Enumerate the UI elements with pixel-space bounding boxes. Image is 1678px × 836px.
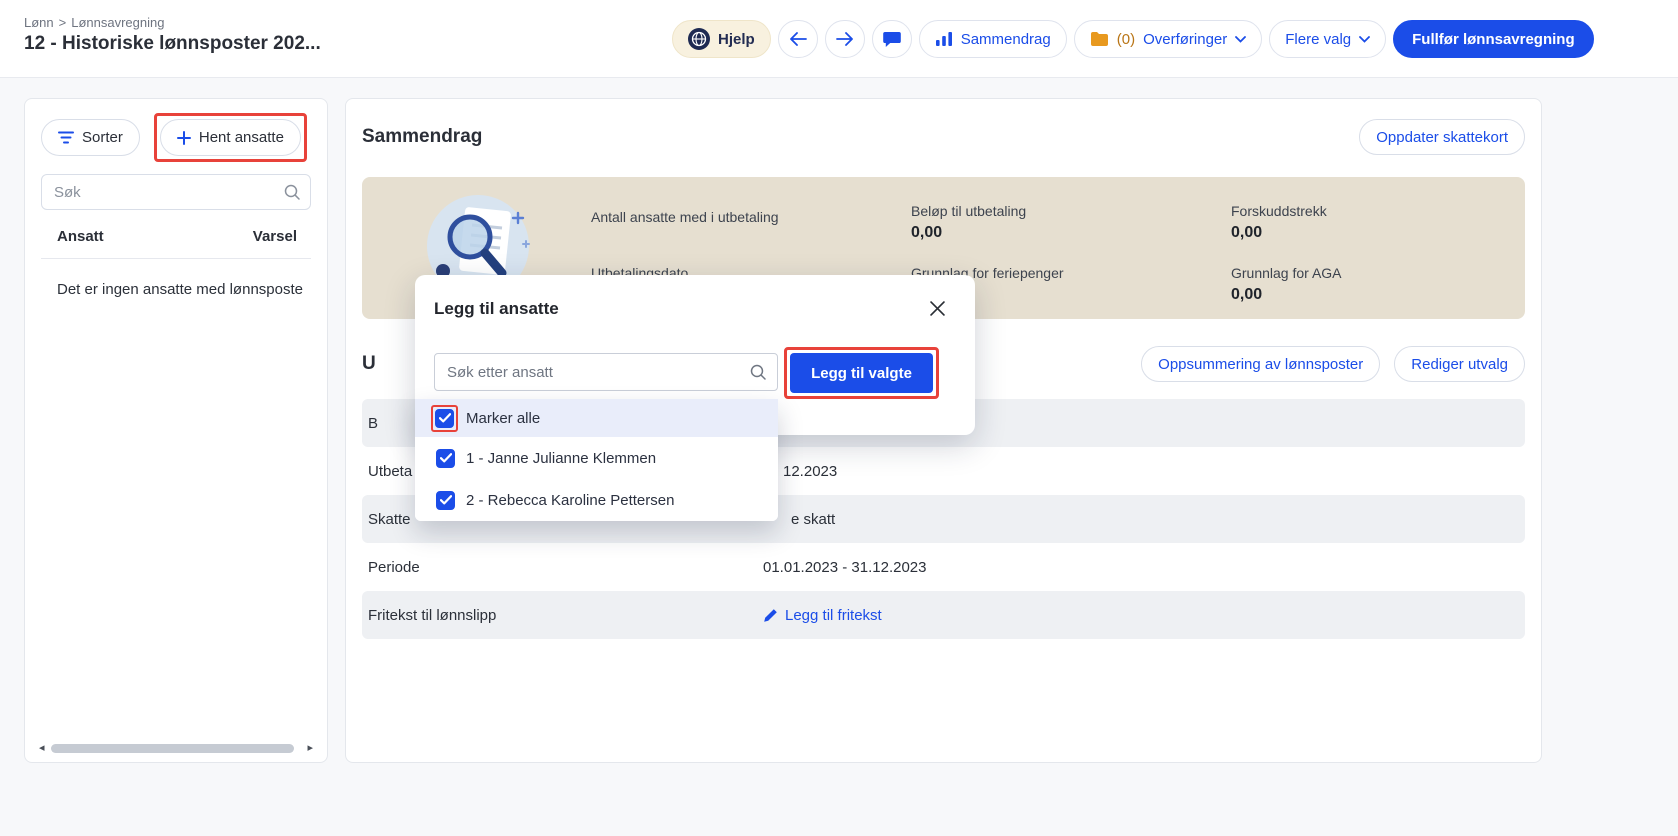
- sort-button[interactable]: Sorter: [41, 119, 140, 156]
- chevron-down-icon: [1235, 36, 1246, 43]
- complete-payroll-label: Fullfør lønnsavregning: [1412, 31, 1575, 48]
- employee-checkbox[interactable]: [436, 491, 455, 510]
- scrollbar-track[interactable]: [51, 744, 302, 753]
- summary-title: Sammendrag: [362, 126, 482, 148]
- transfers-label: Overføringer: [1143, 31, 1227, 48]
- arrow-right-icon: [836, 32, 854, 46]
- forward-button[interactable]: [825, 20, 865, 58]
- summary-label: Sammendrag: [961, 31, 1051, 48]
- modal-title: Legg til ansatte: [434, 299, 559, 319]
- arrow-left-icon: [789, 32, 807, 46]
- stat-payout-amount: Beløp til utbetaling 0,00: [911, 203, 1026, 242]
- transfers-button[interactable]: (0) Overføringer: [1074, 20, 1263, 58]
- stat-employee-count: Antall ansatte med i utbetaling: [591, 209, 779, 230]
- employee-dropdown-list: Marker alle 1 - Janne Julianne Klemmen 2…: [415, 399, 778, 521]
- scroll-right-icon[interactable]: ▸: [307, 743, 313, 754]
- sort-label: Sorter: [82, 129, 123, 146]
- transfers-count: (0): [1117, 31, 1135, 48]
- annotation-hent-ansatte: Hent ansatte: [154, 113, 307, 162]
- stat-label: Antall ansatte med i utbetaling: [591, 209, 779, 225]
- stat-label: Grunnlag for AGA: [1231, 265, 1342, 281]
- search-icon: [283, 183, 301, 201]
- stat-label: Beløp til utbetaling: [911, 203, 1026, 219]
- globe-icon: [688, 28, 710, 50]
- breadcrumb-separator: >: [59, 15, 67, 30]
- empty-employees-message: Det er ingen ansatte med lønnsposte: [41, 281, 311, 298]
- search-icon: [749, 363, 767, 381]
- column-alert: Varsel: [253, 228, 297, 245]
- folder-icon: [1090, 31, 1109, 47]
- comments-button[interactable]: [872, 20, 912, 58]
- employee-checkbox[interactable]: [436, 449, 455, 468]
- chevron-down-icon: [1359, 36, 1370, 43]
- stat-value: 0,00: [911, 224, 1026, 242]
- edit-selection-button[interactable]: Rediger utvalg: [1394, 346, 1525, 382]
- option-employee[interactable]: 2 - Rebecca Karoline Pettersen: [415, 479, 778, 521]
- detail-row: Fritekst til lønnslipp Legg til fritekst: [362, 591, 1525, 639]
- scroll-left-icon[interactable]: ◂: [39, 743, 45, 754]
- employee-sidebar: Sorter Hent ansatte Ansatt Varsel Det er: [24, 98, 328, 763]
- bar-chart-icon: [935, 31, 953, 47]
- modal-employee-search-input[interactable]: [434, 353, 778, 391]
- annotation-legg-til-valgte: Legg til valgte: [784, 347, 939, 399]
- option-label: 2 - Rebecca Karoline Pettersen: [466, 492, 674, 509]
- more-options-button[interactable]: Flere valg: [1269, 20, 1386, 58]
- payroll-page: Lønn > Lønnsavregning 12 - Historiske lø…: [0, 0, 1678, 836]
- fetch-employees-button[interactable]: Hent ansatte: [160, 119, 301, 156]
- add-free-text-label: Legg til fritekst: [785, 607, 882, 624]
- scrollbar-thumb[interactable]: [51, 744, 294, 753]
- add-selected-button[interactable]: Legg til valgte: [790, 353, 933, 393]
- plus-icon: [177, 131, 191, 145]
- stat-aga-basis: Grunnlag for AGA 0,00: [1231, 265, 1342, 304]
- more-options-label: Flere valg: [1285, 31, 1351, 48]
- column-employee: Ansatt: [57, 228, 104, 245]
- option-employee[interactable]: 1 - Janne Julianne Klemmen: [415, 437, 778, 479]
- details-section-title: U: [362, 353, 376, 375]
- horizontal-scrollbar[interactable]: ◂ ▸: [39, 743, 313, 754]
- breadcrumb-lonn[interactable]: Lønn: [24, 15, 54, 30]
- option-label: 1 - Janne Julianne Klemmen: [466, 450, 656, 467]
- option-label: Marker alle: [466, 410, 540, 427]
- select-all-checkbox[interactable]: [435, 409, 454, 428]
- summary-button[interactable]: Sammendrag: [919, 20, 1067, 58]
- page-title: 12 - Historiske lønnsposter 202...: [24, 33, 321, 55]
- annotation-select-all-checkbox: [431, 405, 458, 432]
- detail-row-label: Periode: [368, 559, 763, 576]
- pencil-icon: [763, 608, 778, 623]
- employee-table-header: Ansatt Varsel: [41, 228, 311, 259]
- payroll-posts-summary-button[interactable]: Oppsummering av lønnsposter: [1141, 346, 1380, 382]
- stat-withholding-tax: Forskuddstrekk 0,00: [1231, 203, 1327, 242]
- topbar-actions: Hjelp Sammendrag: [672, 20, 1594, 58]
- stat-value: 0,00: [1231, 224, 1327, 242]
- back-button[interactable]: [778, 20, 818, 58]
- close-icon[interactable]: [930, 301, 945, 316]
- employee-search-input[interactable]: [41, 174, 311, 210]
- stat-label: Forskuddstrekk: [1231, 203, 1327, 219]
- filter-icon: [58, 131, 74, 144]
- chat-bubble-icon: [882, 30, 902, 49]
- detail-row-value: 01.01.2023 - 31.12.2023: [763, 559, 926, 576]
- help-label: Hjelp: [718, 31, 755, 48]
- update-taxcard-button[interactable]: Oppdater skattekort: [1359, 119, 1525, 155]
- stat-value: 0,00: [1231, 286, 1342, 304]
- detail-row-label: Fritekst til lønnslipp: [368, 607, 763, 624]
- top-bar: Lønn > Lønnsavregning 12 - Historiske lø…: [0, 0, 1678, 78]
- add-free-text-link[interactable]: Legg til fritekst: [763, 607, 882, 624]
- option-select-all[interactable]: Marker alle: [415, 399, 778, 437]
- complete-payroll-button[interactable]: Fullfør lønnsavregning: [1393, 20, 1594, 58]
- breadcrumb: Lønn > Lønnsavregning: [24, 15, 164, 30]
- fetch-employees-label: Hent ansatte: [199, 129, 284, 146]
- help-button[interactable]: Hjelp: [672, 20, 771, 58]
- breadcrumb-lonnsavregning[interactable]: Lønnsavregning: [71, 15, 164, 30]
- detail-row: Periode 01.01.2023 - 31.12.2023: [362, 543, 1525, 591]
